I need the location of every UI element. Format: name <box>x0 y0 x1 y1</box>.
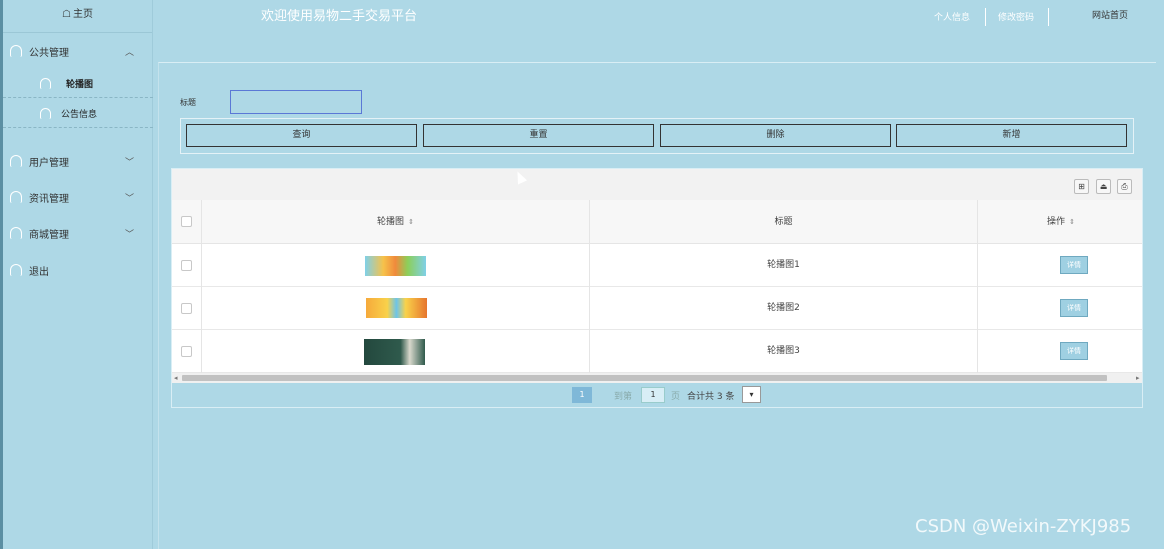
sidebar: ☖ 主页 公共管理 ︿ 轮播图 公告信息 用户管理 ﹀ 资讯管理 ﹀ 商城管理 ﹀… <box>0 0 153 549</box>
sidebar-home-label: 主页 <box>72 9 93 20</box>
sidebar-item-mall[interactable]: 商城管理 ﹀ <box>3 223 153 243</box>
sort-icon: ⇕ <box>408 218 414 226</box>
chevron-down-icon: ﹀ <box>125 229 135 240</box>
page-title: 欢迎使用易物二手交易平台 <box>261 9 418 24</box>
column-header-carousel[interactable]: 轮播图 ⇕ <box>202 200 589 244</box>
menu-icon <box>40 108 51 119</box>
total-count: 合计共 3 条 <box>687 392 735 402</box>
column-divider <box>589 200 590 374</box>
nav-profile[interactable]: 个人信息 <box>934 10 970 23</box>
print-icon[interactable]: ⎙ <box>1117 179 1132 194</box>
menu-icon <box>10 155 22 167</box>
menu-icon <box>10 227 22 239</box>
sort-icon: ⇕ <box>1069 218 1075 226</box>
carousel-thumbnail <box>365 256 426 276</box>
detail-button[interactable]: 详情 <box>1060 256 1088 274</box>
chevron-down-icon: ﹀ <box>125 157 135 168</box>
sidebar-item-label: 退出 <box>29 266 49 278</box>
sidebar-subitem-label: 公告信息 <box>61 110 98 120</box>
export-icon[interactable]: ⏏ <box>1096 179 1111 194</box>
watermark: CSDN @Weixin-ZYKJ985 <box>915 516 1132 537</box>
page-size-select[interactable]: ▾ <box>742 386 761 403</box>
sidebar-subitem-notice[interactable]: 公告信息 <box>3 99 153 128</box>
chevron-up-icon: ︿ <box>125 47 135 58</box>
nav-change-password[interactable]: 修改密码 <box>998 10 1034 23</box>
data-table: ⊞ ⏏ ⎙ 轮播图 ⇕ 标题 操作 ⇕ 轮播图1 详情 轮播图2 详情 轮播图3 详… <box>171 168 1143 408</box>
select-all-checkbox[interactable] <box>181 216 192 227</box>
sidebar-item-news[interactable]: 资讯管理 ﹀ <box>3 187 153 207</box>
carousel-thumbnail <box>366 298 427 318</box>
sidebar-item-logout[interactable]: 退出 <box>3 260 153 280</box>
current-page-button[interactable]: 1 <box>572 387 592 403</box>
chevron-down-icon: ▾ <box>749 390 754 399</box>
menu-icon <box>10 264 22 276</box>
chevron-down-icon: ﹀ <box>125 193 135 204</box>
table-header: 轮播图 ⇕ 标题 操作 ⇕ <box>172 200 1142 244</box>
add-button[interactable]: 新增 <box>896 124 1127 147</box>
delete-button[interactable]: 删除 <box>660 124 891 147</box>
column-divider <box>201 200 202 374</box>
scroll-right-icon[interactable]: ▸ <box>1136 373 1140 383</box>
reset-button[interactable]: 重置 <box>423 124 654 147</box>
column-header-actions[interactable]: 操作 ⇕ <box>978 200 1142 244</box>
row-title: 轮播图2 <box>767 303 800 313</box>
horizontal-scrollbar[interactable]: ◂ ▸ <box>172 373 1142 383</box>
menu-icon <box>10 191 22 203</box>
nav-divider <box>1048 8 1049 26</box>
table-row: 轮播图1 详情 <box>172 244 1142 287</box>
sidebar-home[interactable]: ☖ 主页 <box>3 0 152 33</box>
row-checkbox[interactable] <box>181 346 192 357</box>
carousel-thumbnail <box>364 339 425 365</box>
goto-page-input[interactable]: 1 <box>641 387 665 403</box>
title-search-input[interactable] <box>230 90 362 114</box>
detail-button[interactable]: 详情 <box>1060 342 1088 360</box>
column-divider <box>977 200 978 374</box>
sidebar-item-public[interactable]: 公共管理 ︿ <box>3 41 153 61</box>
sidebar-item-users[interactable]: 用户管理 ﹀ <box>3 151 153 171</box>
row-title: 轮播图1 <box>767 260 800 270</box>
menu-icon <box>10 45 22 57</box>
column-header-label: 轮播图 <box>377 217 405 227</box>
columns-icon[interactable]: ⊞ <box>1074 179 1089 194</box>
column-header-title: 标题 <box>590 200 977 244</box>
search-label: 标题 <box>180 98 196 107</box>
table-toolbar: ⊞ ⏏ ⎙ <box>172 169 1142 201</box>
scrollbar-thumb[interactable] <box>182 375 1107 381</box>
home-icon: ☖ <box>62 9 71 20</box>
detail-button[interactable]: 详情 <box>1060 299 1088 317</box>
nav-divider <box>985 8 986 26</box>
row-title: 轮播图3 <box>767 346 800 356</box>
row-checkbox[interactable] <box>181 303 192 314</box>
nav-site-home[interactable]: 网站首页 <box>1092 8 1128 21</box>
sidebar-item-label: 商城管理 <box>29 229 69 241</box>
sidebar-item-label: 公共管理 <box>29 47 69 59</box>
goto-label: 到第 <box>614 392 633 402</box>
table-row: 轮播图2 详情 <box>172 287 1142 330</box>
query-button[interactable]: 查询 <box>186 124 417 147</box>
scroll-left-icon[interactable]: ◂ <box>174 373 178 383</box>
table-row: 轮播图3 详情 <box>172 330 1142 373</box>
row-checkbox[interactable] <box>181 260 192 271</box>
page-unit-label: 页 <box>671 392 681 402</box>
menu-icon <box>40 78 51 89</box>
sidebar-subitem-label: 轮播图 <box>66 80 94 90</box>
sidebar-item-label: 用户管理 <box>29 157 69 169</box>
sidebar-item-label: 资讯管理 <box>29 193 69 205</box>
sidebar-subitem-carousel[interactable]: 轮播图 <box>3 69 153 98</box>
column-header-label: 标题 <box>774 217 793 227</box>
column-header-label: 操作 <box>1047 217 1066 227</box>
